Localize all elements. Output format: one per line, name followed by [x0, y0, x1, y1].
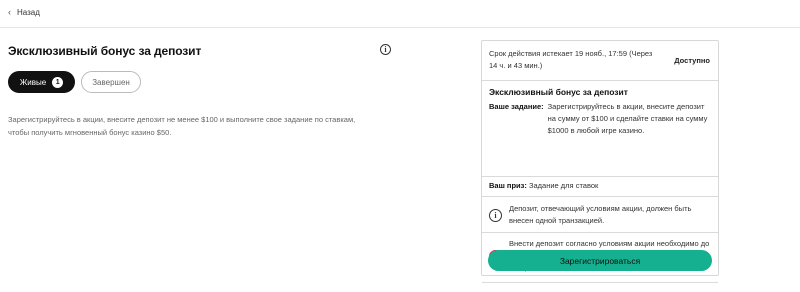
tab-completed[interactable]: Завершен: [81, 71, 141, 93]
task-label: Ваше задание:: [489, 102, 544, 111]
bonus-details: Эксклюзивный бонус за депозит Ваше задан…: [482, 81, 718, 177]
tab-completed-label: Завершен: [92, 77, 130, 87]
page-title: Эксклюзивный бонус за депозит: [8, 44, 202, 58]
status-badge: Доступно: [674, 56, 710, 65]
tab-live-count: 1: [52, 76, 64, 88]
deposit-note-text: Депозит, отвечающий условиям акции, долж…: [509, 204, 692, 225]
validity-row: Срок действия истекает 19 нояб., 17:59 (…: [482, 41, 718, 81]
task-text: Зарегистрируйтесь в акции, внесите депоз…: [547, 102, 708, 135]
deposit-note: i Депозит, отвечающий условиям акции, до…: [482, 197, 718, 233]
info-icon: i: [489, 209, 502, 222]
promo-description: Зарегистрируйтесь в акции, внесите депоз…: [8, 115, 356, 137]
chevron-left-icon: ‹: [8, 7, 11, 17]
info-icon[interactable]: i: [380, 44, 391, 55]
expiry-text: Срок действия истекает 19 нояб., 17:59 (…: [489, 49, 653, 70]
prize-label: Ваш приз:: [489, 181, 527, 190]
status-tabs: Живые 1 Завершен: [8, 71, 141, 93]
prize-text: Задание для ставок: [528, 181, 599, 190]
back-label: Назад: [17, 8, 40, 17]
prize-row: Ваш приз: Задание для ставок: [482, 177, 718, 197]
register-button[interactable]: Зарегистрироваться: [488, 250, 712, 271]
top-bar: ‹ Назад: [0, 0, 800, 28]
back-link[interactable]: ‹ Назад: [8, 7, 40, 18]
bonus-name: Эксклюзивный бонус за депозит: [489, 87, 628, 97]
tab-live-label: Живые: [19, 77, 47, 87]
task-row: Ваше задание: Зарегистрируйтесь в акции,…: [489, 101, 711, 137]
tab-live[interactable]: Живые 1: [8, 71, 75, 93]
promo-card: Срок действия истекает 19 нояб., 17:59 (…: [481, 40, 719, 283]
